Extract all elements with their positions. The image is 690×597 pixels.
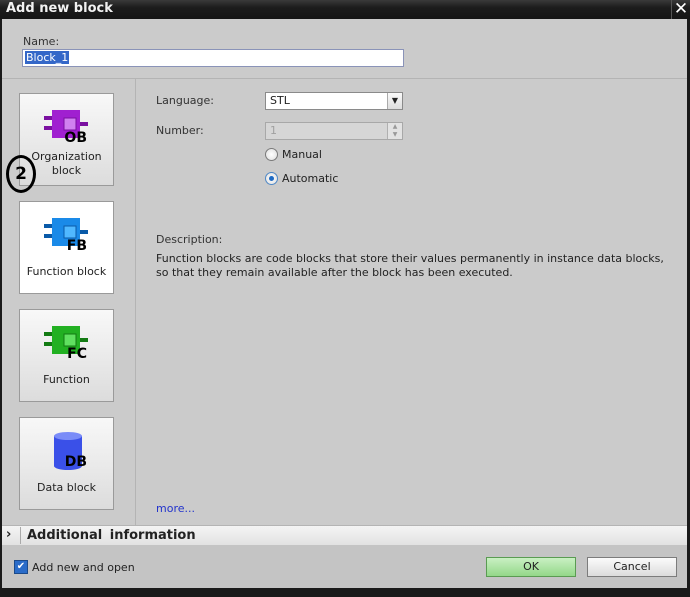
block-type-panel: OB Organization block FB Function block F… [2, 79, 136, 525]
label-line: block [51, 164, 82, 177]
function-block-button[interactable]: FB Function block [19, 201, 114, 294]
settings-panel: Language: STL ▼ Number: 1 ▲ ▼ Manual Auto… [136, 79, 687, 525]
close-icon[interactable]: ✕ [671, 0, 690, 19]
automatic-radio[interactable]: Automatic [265, 172, 338, 185]
fc-badge: FC [67, 346, 87, 362]
name-input[interactable]: Block_1 [22, 49, 404, 67]
dialog-footer: ✔ Add new and open OK Cancel [2, 545, 687, 588]
function-label: Function [43, 373, 90, 386]
annotation-number: 2 [6, 155, 36, 193]
checkbox-checked-icon: ✔ [14, 560, 28, 574]
window-title: Add new block [6, 1, 113, 16]
description-label: Description: [156, 233, 223, 246]
more-link[interactable]: more... [156, 502, 195, 515]
language-select[interactable]: STL ▼ [265, 92, 403, 110]
db-badge: DB [64, 454, 87, 470]
language-label: Language: [156, 94, 214, 107]
radio-manual-indicator [265, 148, 278, 161]
label-line: Organization [31, 150, 102, 163]
function-button[interactable]: FC Function [19, 309, 114, 402]
chevron-right-icon[interactable]: › [6, 527, 21, 544]
chevron-down-icon[interactable]: ▼ [387, 93, 402, 109]
manual-radio[interactable]: Manual [265, 148, 322, 161]
fb-badge: FB [66, 238, 87, 254]
number-label: Number: [156, 124, 204, 137]
additional-information-label: Additional information [27, 528, 196, 543]
language-value: STL [270, 94, 290, 107]
data-block-label: Data block [37, 481, 96, 494]
title-bar: Add new block ✕ [0, 0, 690, 19]
add-new-block-dialog: Name: Block_1 OB Organization block FB Fu… [2, 19, 687, 588]
function-block-label: Function block [26, 265, 107, 278]
automatic-label: Automatic [282, 172, 339, 185]
number-value: 1 [270, 124, 277, 137]
ob-badge: OB [64, 130, 87, 146]
data-block-button[interactable]: DB Data block [19, 417, 114, 510]
ok-button[interactable]: OK [486, 557, 576, 577]
add-new-and-open-label: Add new and open [32, 560, 135, 574]
name-input-value: Block_1 [25, 51, 70, 64]
description-text: Function blocks are code blocks that sto… [156, 252, 664, 279]
add-new-and-open-checkbox[interactable]: ✔ Add new and open [14, 560, 135, 574]
spinner-icon: ▲ ▼ [387, 123, 402, 139]
cancel-button[interactable]: Cancel [587, 557, 677, 577]
manual-label: Manual [282, 148, 322, 161]
additional-information-section[interactable]: › Additional information [2, 525, 687, 546]
number-input: 1 ▲ ▼ [265, 122, 403, 140]
name-label: Name: [23, 35, 60, 48]
radio-automatic-indicator [265, 172, 278, 185]
